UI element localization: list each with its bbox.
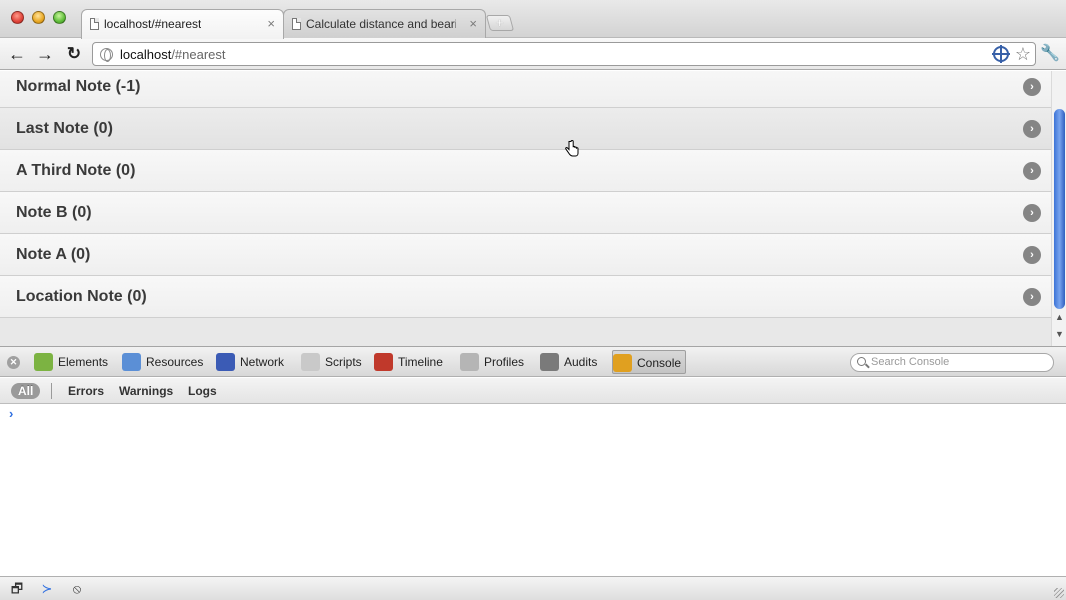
scroll-up-arrow-icon[interactable]: ▲ [1055,312,1064,322]
devtools-tab-timeline[interactable]: Timeline [374,350,443,374]
page-scrollbar[interactable]: ▲ ▼ [1051,71,1066,346]
reload-icon[interactable]: ↻ [63,43,85,65]
devtools-tab-console[interactable]: Console [612,350,687,374]
resources-panel-icon [122,353,141,371]
tab-title: Calculate distance and bearing [306,17,456,31]
devtools-tab-label: Elements [58,355,109,369]
page-icon [292,18,301,30]
console-output[interactable]: › [0,404,1066,576]
note-row[interactable]: Note A (0) › [0,234,1051,276]
note-list: Normal Note (-1) › Last Note (0) › A Third N… [0,71,1051,318]
devtools-tab-label: Resources [146,355,204,369]
url-host: localhost [120,47,172,62]
note-label: Note B (0) [16,204,92,221]
scrollbar-thumb[interactable] [1054,109,1065,309]
tab-close-icon[interactable]: × [267,10,275,38]
scripts-panel-icon [301,353,320,371]
note-label: Normal Note (-1) [16,78,141,95]
note-label: Location Note (0) [16,288,147,305]
chevron-right-icon[interactable]: › [1023,120,1041,138]
network-panel-icon [216,353,235,371]
search-console-input[interactable]: Search Console [850,353,1054,372]
devtools-tab-label: Console [637,356,682,370]
note-label: Last Note (0) [16,120,113,137]
console-prompt[interactable]: › [9,406,13,421]
console-drawer-icon[interactable]: ≻ [36,580,58,597]
crosshair-extension-icon[interactable] [992,45,1010,63]
devtools-statusbar: 🗗 ≻ ⦸ [0,576,1066,600]
chevron-right-icon[interactable]: › [1023,78,1041,96]
url-path: /#nearest [171,47,226,62]
forward-arrow-icon[interactable]: → [34,43,56,65]
clear-console-icon[interactable]: ⦸ [66,580,88,597]
devtools-toolbar: ✕ Elements Resources Network Scripts Timelin… [0,346,1066,377]
console-panel-icon [613,354,632,372]
star-icon[interactable]: ☆ [1015,44,1031,64]
address-url[interactable]: localhost/#nearest [120,47,226,62]
devtools-tab-label: Scripts [325,355,362,369]
chevron-right-icon[interactable]: › [1023,246,1041,264]
devtools-tab-label: Timeline [398,355,443,369]
note-row[interactable]: Location Note (0) › [0,276,1051,318]
timeline-panel-icon [374,353,393,371]
tab-title: localhost/#nearest [104,17,202,31]
scroll-down-arrow-icon[interactable]: ▼ [1055,329,1064,339]
wrench-icon[interactable]: 🔧 [1040,44,1060,64]
devtools-tab-label: Network [240,355,285,369]
globe-icon [100,48,113,62]
address-bar[interactable]: localhost/#nearest ☆ [92,42,1036,66]
back-arrow-icon[interactable]: ← [6,43,28,65]
note-row[interactable]: Normal Note (-1) › [0,71,1051,108]
new-tab-button[interactable]: + [485,15,515,31]
resize-grip-icon[interactable] [1054,588,1064,598]
search-icon [857,357,866,366]
profiles-panel-icon [460,353,479,371]
chevron-right-icon[interactable]: › [1023,162,1041,180]
close-window-button[interactable] [11,11,24,24]
devtools-tab-profiles[interactable]: Profiles [460,350,524,374]
browser-tab-active[interactable]: localhost/#nearest × [81,9,284,39]
devtools-tab-elements[interactable]: Elements [34,350,108,374]
devtools-tab-scripts[interactable]: Scripts [301,350,362,374]
dock-icon[interactable]: 🗗 [6,580,28,597]
audits-panel-icon [540,353,559,371]
devtools-tab-resources[interactable]: Resources [122,350,203,374]
hand-cursor-icon [565,140,579,157]
filter-divider [51,383,52,399]
tab-close-icon[interactable]: × [469,10,477,38]
note-label: A Third Note (0) [16,162,136,179]
chevron-right-icon[interactable]: › [1023,204,1041,222]
page-icon [90,18,99,30]
note-row[interactable]: A Third Note (0) › [0,150,1051,192]
elements-panel-icon [34,353,53,371]
window-titlebar: localhost/#nearest × Calculate distance … [0,0,1066,39]
browser-tab-inactive[interactable]: Calculate distance and bearing × [283,9,486,39]
note-row[interactable]: Last Note (0) › [0,108,1051,150]
filter-warnings[interactable]: Warnings [119,383,173,399]
filter-all[interactable]: All [11,383,41,399]
console-filter-bar: All Errors Warnings Logs [0,378,1066,404]
plus-icon: + [496,15,504,30]
devtools-tab-audits[interactable]: Audits [540,350,597,374]
search-console-placeholder: Search Console [871,356,950,368]
devtools-tab-label: Audits [564,355,598,369]
note-label: Note A (0) [16,246,91,263]
devtools-tab-label: Profiles [484,355,525,369]
filter-errors[interactable]: Errors [68,383,104,399]
note-row[interactable]: Note B (0) › [0,192,1051,234]
zoom-window-button[interactable] [53,11,66,24]
minimize-window-button[interactable] [32,11,45,24]
devtools-close-icon[interactable]: ✕ [7,356,20,369]
browser-toolbar: ← → ↻ localhost/#nearest ☆ 🔧 [0,38,1066,70]
filter-logs[interactable]: Logs [188,383,217,399]
chevron-right-icon[interactable]: › [1023,288,1041,306]
page-viewport: Normal Note (-1) › Last Note (0) › A Third N… [0,71,1066,346]
devtools-tab-network[interactable]: Network [216,350,284,374]
